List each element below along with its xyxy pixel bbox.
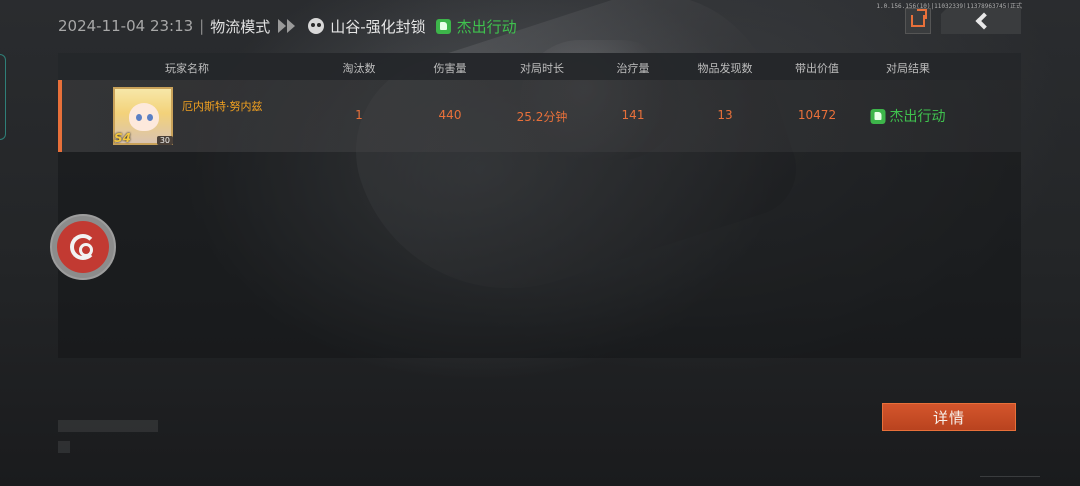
column-header-extract-value: 带出价值	[795, 62, 839, 75]
game-mode: 物流模式	[210, 17, 271, 36]
skull-icon	[308, 18, 325, 34]
chevron-left-icon	[975, 12, 993, 30]
match-header: 2024-11-04 23:13 | 物流模式 山谷-强化封锁 杰出行动	[58, 14, 517, 38]
share-button[interactable]	[905, 8, 931, 34]
player-name: 厄内斯特·努内兹	[182, 100, 263, 113]
left-edge-tab[interactable]	[0, 54, 6, 140]
map-name: 山谷-强化封锁	[330, 17, 426, 36]
season-badge: S4	[114, 131, 131, 145]
column-header-eliminations: 淘汰数	[342, 62, 376, 75]
eliminations-value: 1	[355, 108, 363, 122]
bottom-decoration	[980, 476, 1040, 480]
netease-swirl	[70, 234, 96, 260]
faint-decoration-square	[58, 441, 70, 453]
items-found-value: 13	[717, 108, 733, 122]
share-export-icon	[911, 9, 927, 27]
double-chevron-icon	[278, 19, 296, 33]
result-value: 杰出行动	[889, 109, 946, 125]
extract-value: 10472	[797, 108, 837, 122]
avatar[interactable]: S4 30	[113, 87, 173, 145]
damage-value: 440	[438, 108, 462, 122]
table-header: 玩家名称 淘汰数 伤害量 对局时长 治疗量 物品发现数 带出价值 对局结果	[58, 53, 1021, 80]
thumbs-up-icon	[870, 108, 886, 124]
column-header-healing: 治疗量	[616, 62, 650, 75]
avatar-eye-right	[147, 114, 153, 121]
match-result: 杰出行动	[456, 17, 517, 36]
avatar-eye-left	[136, 114, 142, 121]
column-header-player-name: 玩家名称	[165, 62, 209, 75]
match-datetime: 2024-11-04 23:13	[58, 17, 194, 35]
netease-logo-icon	[57, 221, 109, 273]
faint-decoration-bar	[58, 420, 158, 432]
column-header-result: 对局结果	[886, 62, 930, 75]
player-stats-table: 玩家名称 淘汰数 伤害量 对局时长 治疗量 物品发现数 带出价值 对局结果 S4…	[58, 53, 1021, 358]
column-header-damage: 伤害量	[433, 62, 467, 75]
avatar-face	[129, 103, 159, 131]
player-level: 30	[156, 136, 173, 145]
detail-button[interactable]: 详情	[882, 403, 1016, 431]
header-separator: |	[199, 17, 205, 35]
column-header-items-found: 物品发现数	[697, 62, 753, 75]
thumbs-up-icon	[435, 18, 451, 34]
duration-value: 25.2分钟	[516, 110, 568, 124]
column-header-duration: 对局时长	[520, 62, 564, 75]
back-button[interactable]	[941, 8, 1021, 34]
healing-value: 141	[621, 108, 645, 122]
result-cell: 杰出行动	[870, 106, 946, 126]
netease-float-button[interactable]	[50, 214, 116, 280]
table-row[interactable]: S4 30 厄内斯特·努内兹 1 440 25.2分钟 141 13 10472…	[58, 80, 1021, 152]
